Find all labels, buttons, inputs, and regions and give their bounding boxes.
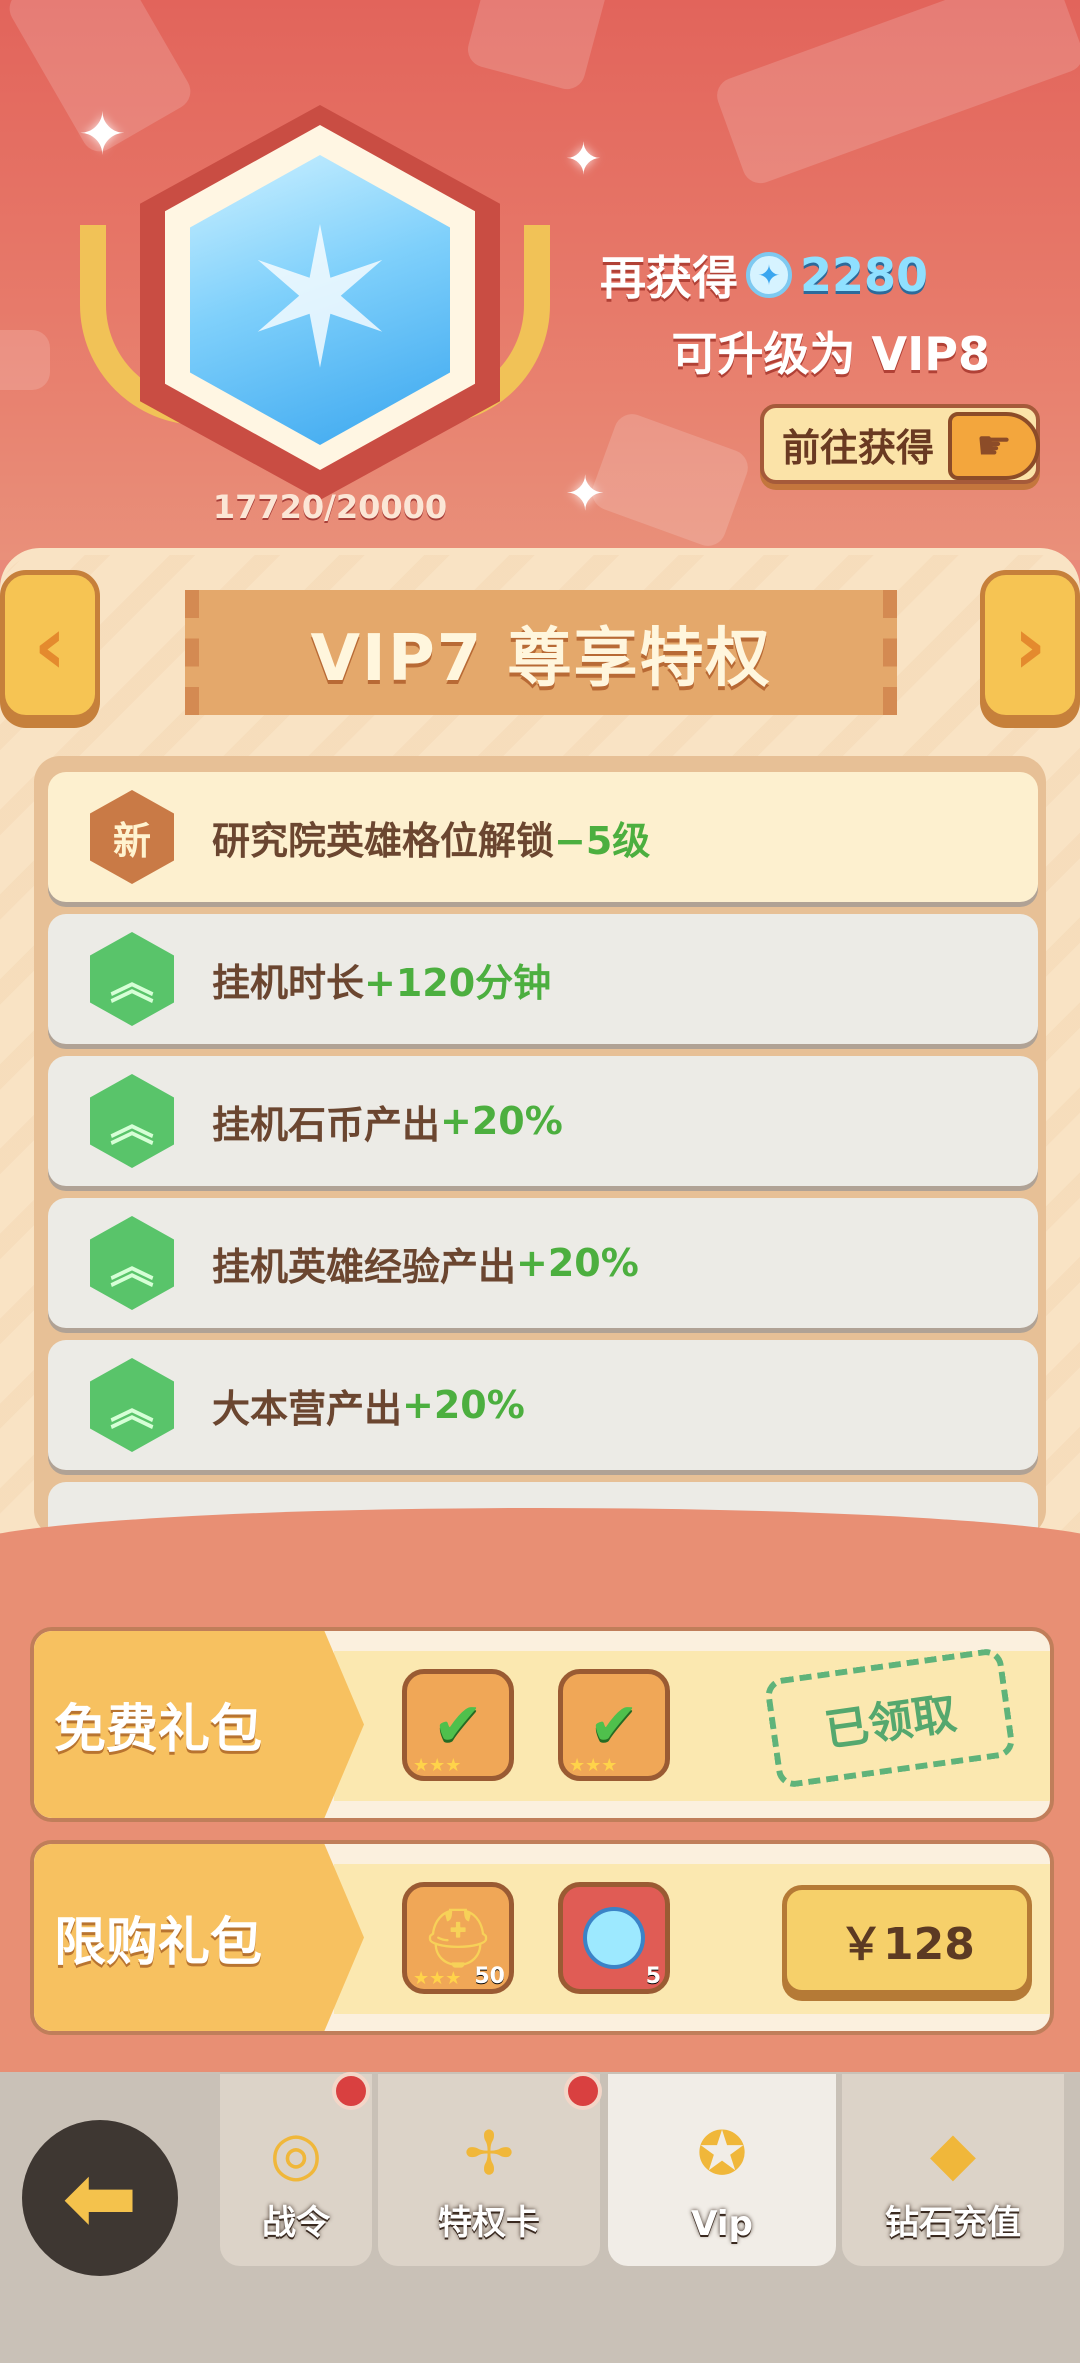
buy-limited-gift-button[interactable]: ￥128	[782, 1885, 1032, 1995]
list-item: ︽ 挂机石币产出 +20%	[48, 1056, 1038, 1186]
vip-badge: ✶	[80, 85, 550, 555]
item-quantity: 50	[474, 1964, 505, 1989]
gem-icon	[583, 1907, 645, 1969]
list-item: ︽ 挂机时长 +120分钟	[48, 914, 1038, 1044]
list-item: ︽ 大本营产出 +20%	[48, 1340, 1038, 1470]
list-item: 新 研究院英雄格位解锁 −5级	[48, 772, 1038, 902]
vip-icon: ✪	[696, 2119, 748, 2189]
upgrade-requirement: 再获得 ✦ 2280	[600, 245, 928, 305]
free-gift-label: 免费礼包	[54, 1700, 263, 1760]
tab-diamond-recharge[interactable]: ◆ 钻石充值	[842, 2074, 1064, 2266]
goto-obtain-label: 前往获得	[782, 425, 935, 470]
helmet-icon: ⛑	[421, 1903, 495, 1972]
prev-vip-button[interactable]: ‹	[0, 570, 100, 720]
item-quantity: 5	[645, 1964, 661, 1989]
next-vip-button[interactable]: ›	[980, 570, 1080, 720]
privilege-title-banner: VIP7 尊享特权	[185, 590, 897, 715]
tab-privilege-card[interactable]: ✢ 特权卡	[378, 2074, 600, 2266]
stars-icon: ★★★	[413, 1755, 462, 1776]
privilege-card-icon: ✢	[463, 2119, 515, 2189]
gift-item-claimed[interactable]: ✔ ★★★	[558, 1669, 670, 1781]
battle-pass-icon: ◎	[269, 2119, 323, 2189]
upgrade-target: 可升级为 VIP8	[671, 327, 990, 381]
upgrade-icon: ︽	[90, 1358, 174, 1452]
gift-item-claimed[interactable]: ✔ ★★★	[402, 1669, 514, 1781]
upgrade-icon: ︽	[90, 1216, 174, 1310]
chevron-left-icon: ‹	[33, 598, 67, 692]
new-badge-icon: 新	[90, 790, 174, 884]
upgrade-icon: ︽	[90, 932, 174, 1026]
privilege-list[interactable]: 新 研究院英雄格位解锁 −5级 ︽ 挂机时长 +120分钟 ︽ 挂机石币产出 +20%…	[34, 756, 1046, 1536]
back-arrow-icon: ⬅	[62, 2145, 138, 2251]
sparkle-icon: ✦	[565, 134, 602, 185]
diamond-recharge-icon: ◆	[929, 2119, 977, 2189]
list-item: ︽ 挂机英雄经验产出 +20%	[48, 1198, 1038, 1328]
sparkle-icon: ✦	[565, 466, 606, 522]
stars-icon: ★★★	[569, 1755, 618, 1776]
limited-gift-label: 限购礼包	[54, 1913, 263, 1973]
gift-item-gem[interactable]: 5	[558, 1882, 670, 1994]
check-icon: ✔	[588, 1690, 640, 1760]
stars-icon: ★★★	[413, 1968, 462, 1989]
price-label: ￥128	[839, 1919, 975, 1970]
back-button[interactable]: ⬅	[22, 2120, 178, 2276]
pointing-hand-icon: ☛	[948, 412, 1040, 480]
need-prefix: 再获得	[600, 251, 738, 305]
vip-progress: 17720/20000	[212, 488, 448, 526]
upgrade-icon: ︽	[90, 1074, 174, 1168]
need-amount: 2280	[800, 248, 929, 302]
check-icon: ✔	[432, 1690, 484, 1760]
diamond-icon: ✦	[746, 252, 792, 298]
goto-obtain-button[interactable]: 前往获得 ☛	[760, 404, 1040, 484]
gift-item-hero-shard[interactable]: ⛑ ★★★ 50	[402, 1882, 514, 1994]
notification-dot	[564, 2072, 602, 2110]
privilege-title: VIP7 尊享特权	[310, 621, 772, 696]
notification-dot	[332, 2072, 370, 2110]
tab-vip[interactable]: ✪ Vip	[608, 2074, 836, 2266]
chevron-right-icon: ›	[1013, 598, 1047, 692]
